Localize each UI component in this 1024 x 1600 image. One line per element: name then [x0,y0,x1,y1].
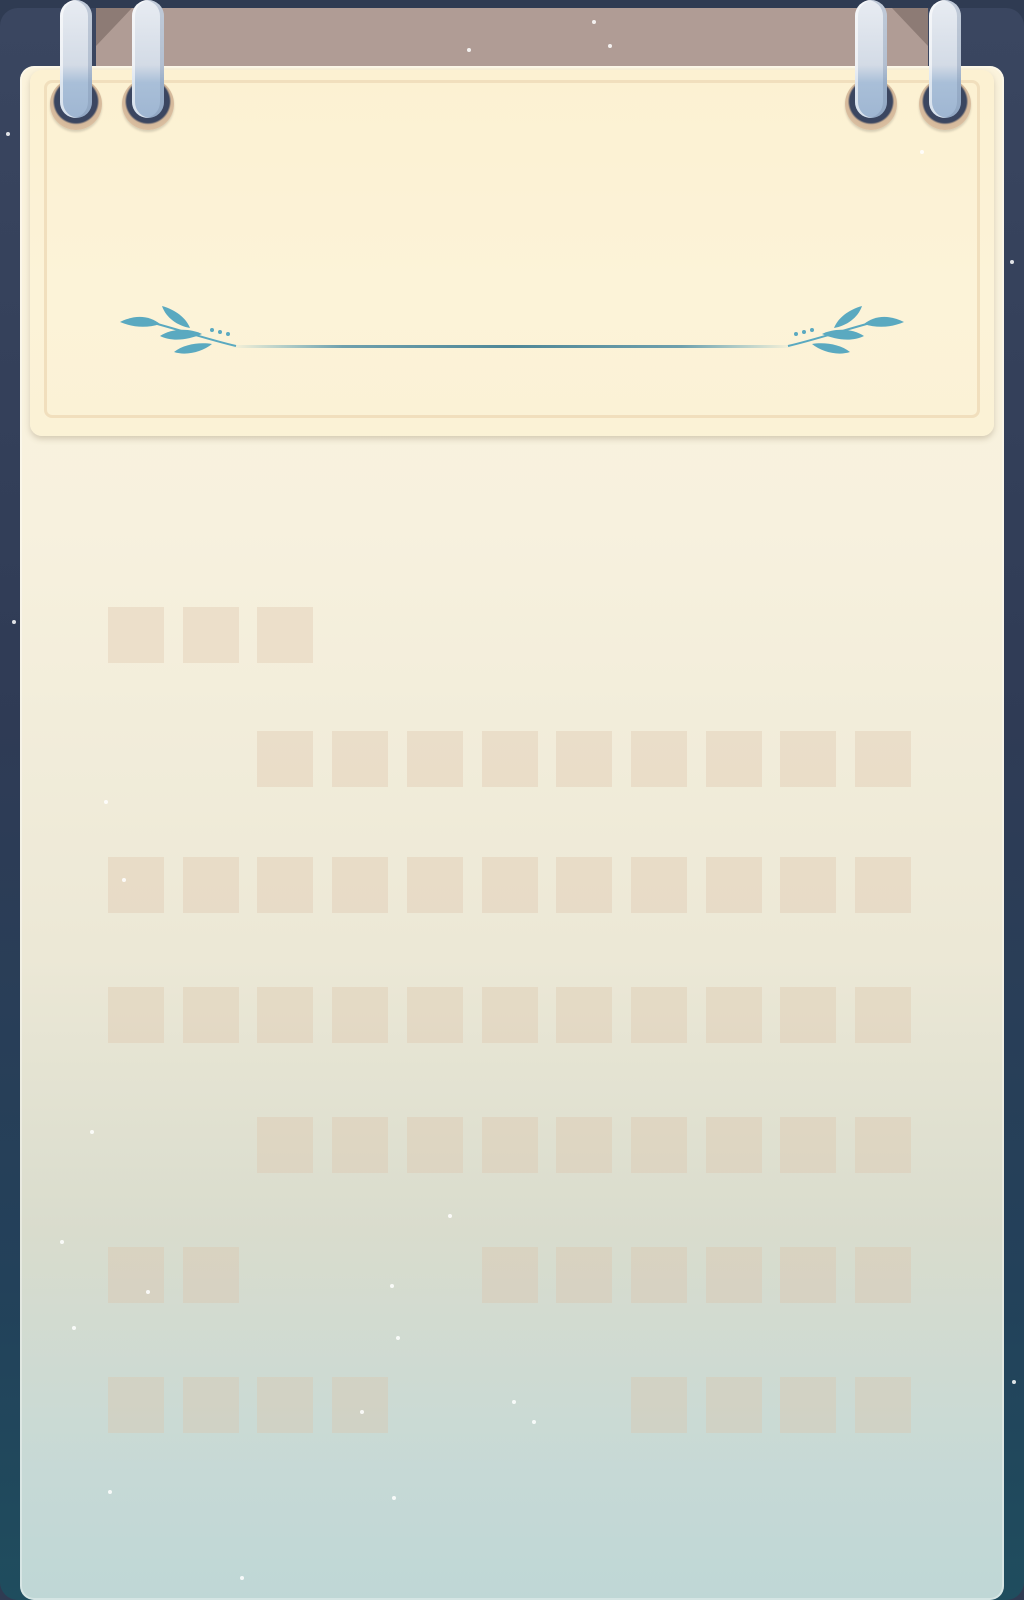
sparkle [104,800,108,804]
sparkle [920,150,924,154]
level-slot[interactable] [257,1377,313,1433]
sparkle [1010,260,1014,264]
level-slot[interactable] [257,1117,313,1173]
level-slot[interactable] [631,987,687,1043]
level-slot[interactable] [407,1117,463,1173]
level-slot[interactable] [482,731,538,787]
sparkle [392,1496,396,1500]
binding-corner-left [96,8,132,46]
level-slot[interactable] [108,857,164,913]
level-slot[interactable] [407,857,463,913]
level-slot[interactable] [706,1117,762,1173]
level-slot[interactable] [855,987,911,1043]
sparkle [60,1240,64,1244]
level-slot[interactable] [556,857,612,913]
sparkle [72,1326,76,1330]
sparkle [1012,1380,1016,1384]
ring-icon [919,0,971,130]
level-slot[interactable] [482,857,538,913]
level-slot[interactable] [257,731,313,787]
level-slot[interactable] [706,987,762,1043]
level-grid [108,607,916,1437]
level-slot[interactable] [482,987,538,1043]
sparkle [467,48,471,52]
header-card-border [44,80,980,418]
level-slot[interactable] [183,987,239,1043]
laurel-divider-icon [120,306,904,354]
level-slot[interactable] [108,987,164,1043]
level-slot[interactable] [706,1377,762,1433]
level-slot[interactable] [556,1117,612,1173]
level-slot[interactable] [780,1377,836,1433]
sparkle [512,1400,516,1404]
level-slot[interactable] [332,731,388,787]
level-slot[interactable] [706,857,762,913]
sparkle [12,620,16,624]
ring-icon [845,0,897,130]
level-slot[interactable] [108,1377,164,1433]
level-slot[interactable] [482,1117,538,1173]
level-slot[interactable] [257,607,313,663]
level-slot[interactable] [556,731,612,787]
level-slot[interactable] [780,1247,836,1303]
sparkle [360,1410,364,1414]
sparkle [390,1284,394,1288]
level-slot[interactable] [482,1247,538,1303]
sparkle [532,1420,536,1424]
level-slot[interactable] [332,857,388,913]
level-slot[interactable] [183,607,239,663]
level-slot[interactable] [332,1117,388,1173]
sparkle [122,878,126,882]
ring-icon [50,0,102,130]
level-slot[interactable] [407,731,463,787]
ring-icon [122,0,174,130]
sparkle [6,132,10,136]
level-slot[interactable] [780,1117,836,1173]
sparkle [448,1214,452,1218]
level-slot[interactable] [332,987,388,1043]
level-slot[interactable] [855,857,911,913]
level-slot[interactable] [631,1377,687,1433]
level-slot[interactable] [108,1247,164,1303]
level-slot[interactable] [855,1117,911,1173]
level-slot[interactable] [855,731,911,787]
level-slot[interactable] [556,1247,612,1303]
level-slot[interactable] [855,1377,911,1433]
level-slot[interactable] [780,987,836,1043]
level-slot[interactable] [556,987,612,1043]
level-slot[interactable] [706,731,762,787]
sparkle [240,1576,244,1580]
level-slot[interactable] [407,987,463,1043]
sparkle [592,20,596,24]
level-slot[interactable] [780,857,836,913]
binding-corner-right [892,8,928,46]
level-slot[interactable] [780,731,836,787]
level-slot[interactable] [631,731,687,787]
level-slot[interactable] [108,607,164,663]
level-slot[interactable] [183,1247,239,1303]
level-slot[interactable] [183,857,239,913]
sparkle [146,1290,150,1294]
sparkle [108,1490,112,1494]
level-slot[interactable] [631,857,687,913]
level-slot[interactable] [706,1247,762,1303]
level-slot[interactable] [631,1247,687,1303]
level-slot[interactable] [257,987,313,1043]
sparkle [90,1130,94,1134]
level-slot[interactable] [183,1377,239,1433]
level-slot[interactable] [855,1247,911,1303]
sparkle [608,44,612,48]
level-slot[interactable] [631,1117,687,1173]
sparkle [396,1336,400,1340]
level-slot[interactable] [257,857,313,913]
level-slot[interactable] [332,1377,388,1433]
